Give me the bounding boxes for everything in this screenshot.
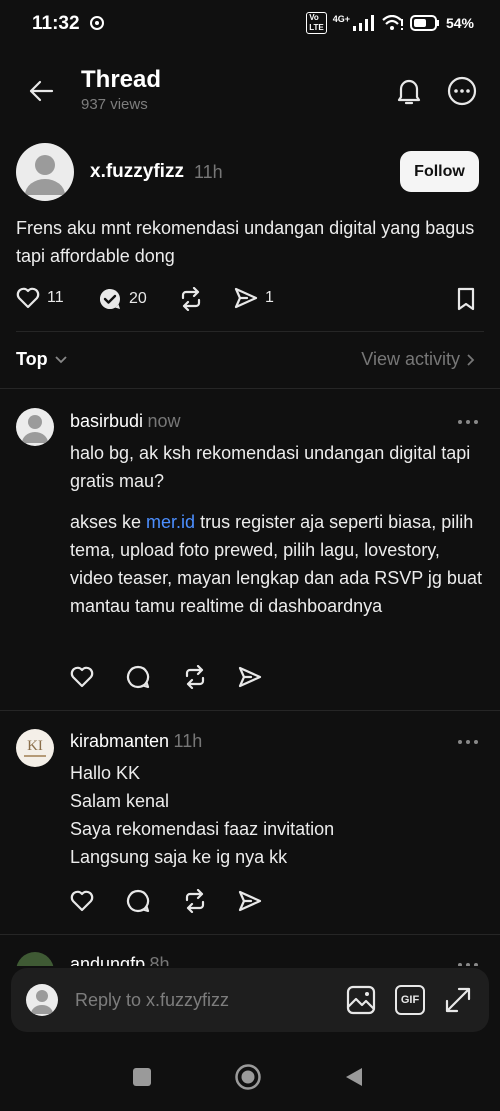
- reply-count: 20: [129, 290, 147, 307]
- back-arrow-icon[interactable]: [26, 76, 56, 106]
- avatar[interactable]: KI: [16, 729, 54, 767]
- sort-label: Top: [16, 349, 48, 369]
- divider: [16, 331, 484, 332]
- follow-button[interactable]: Follow: [400, 151, 479, 192]
- expand-icon[interactable]: [443, 985, 473, 1015]
- send-icon: [234, 287, 258, 309]
- reply-header: basirbudi now: [70, 411, 181, 432]
- avatar[interactable]: [16, 408, 54, 446]
- more-options-icon[interactable]: [446, 75, 478, 107]
- wifi-icon: [382, 15, 404, 31]
- recent-apps-button[interactable]: [133, 1068, 151, 1086]
- reply-input[interactable]: Reply to x.fuzzyfizz: [75, 990, 229, 1011]
- repost-icon[interactable]: [182, 889, 208, 913]
- status-indicators: Vo LTE 4G+ 54%: [306, 12, 474, 34]
- reply-line: Saya rekomendasi faaz invitation: [70, 819, 335, 839]
- chevron-right-icon: [467, 353, 475, 366]
- avatar[interactable]: [16, 143, 74, 201]
- status-time: 11:32: [32, 13, 80, 34]
- comment-icon[interactable]: [126, 665, 150, 689]
- reply-line: Hallo KK: [70, 763, 141, 783]
- share-count: 1: [265, 289, 274, 306]
- reply-header: kirabmanten 11h: [70, 731, 202, 752]
- gif-button[interactable]: GIF: [395, 985, 425, 1015]
- reply-timestamp: now: [147, 411, 181, 431]
- divider: [0, 710, 500, 711]
- chevron-down-icon: [55, 355, 67, 363]
- more-dots-icon[interactable]: [457, 418, 479, 426]
- volte-icon: Vo LTE: [306, 12, 327, 34]
- send-icon[interactable]: [238, 666, 262, 688]
- bookmark-icon[interactable]: [456, 287, 476, 311]
- reply-text-part: akses ke: [70, 512, 147, 532]
- comment-icon[interactable]: [126, 889, 150, 913]
- page-title: Thread: [81, 66, 162, 93]
- send-icon[interactable]: [238, 890, 262, 912]
- reply-line: Salam kenal: [70, 791, 170, 811]
- heart-icon: [16, 287, 40, 309]
- like-count: 11: [47, 289, 64, 306]
- avatar: [26, 984, 58, 1016]
- reply-timestamp: 11h: [173, 731, 203, 751]
- view-activity-link[interactable]: View activity: [361, 349, 476, 370]
- more-dots-icon[interactable]: [457, 738, 479, 746]
- view-count: 937 views: [81, 96, 148, 113]
- home-button[interactable]: [234, 1063, 262, 1091]
- network-type: 4G+: [332, 14, 350, 24]
- sort-dropdown[interactable]: Top: [16, 349, 68, 370]
- heart-icon[interactable]: [70, 890, 94, 912]
- repost-icon[interactable]: [178, 287, 204, 311]
- op-timestamp: 11h: [194, 162, 223, 182]
- reply-line: Langsung saja ke ig nya kk: [70, 847, 288, 867]
- op-text: Frens aku mnt rekomendasi undangan digit…: [16, 218, 475, 266]
- signal-icon: [352, 15, 376, 31]
- repost-icon[interactable]: [182, 665, 208, 689]
- share-action[interactable]: 1: [234, 287, 274, 309]
- reply-text: Hallo KK Salam kenal Saya rekomendasi fa…: [70, 759, 480, 871]
- threads-icon: [89, 15, 105, 31]
- op-username[interactable]: x.fuzzyfizz: [90, 161, 184, 183]
- nav-back-button[interactable]: [343, 1066, 365, 1088]
- reply-username[interactable]: basirbudi: [70, 411, 143, 431]
- reply-username[interactable]: kirabmanten: [70, 731, 169, 751]
- reply-text: halo bg, ak ksh rekomendasi undangan dig…: [70, 443, 471, 491]
- divider: [0, 934, 500, 935]
- battery-percent: 54%: [445, 15, 474, 31]
- avatar-logo-text: KI: [27, 738, 43, 754]
- link[interactable]: mer.id: [146, 512, 195, 532]
- heart-icon[interactable]: [70, 666, 94, 688]
- divider: [0, 388, 500, 389]
- reply-check-icon: [100, 289, 120, 309]
- image-icon[interactable]: [346, 985, 376, 1015]
- reply-action[interactable]: 20: [98, 287, 147, 311]
- battery-icon: [409, 15, 440, 31]
- bell-icon[interactable]: [393, 75, 425, 107]
- like-action[interactable]: 11: [16, 287, 64, 309]
- view-activity-label: View activity: [361, 349, 460, 369]
- reply-text-2: akses ke mer.id trus register aja sepert…: [70, 508, 485, 620]
